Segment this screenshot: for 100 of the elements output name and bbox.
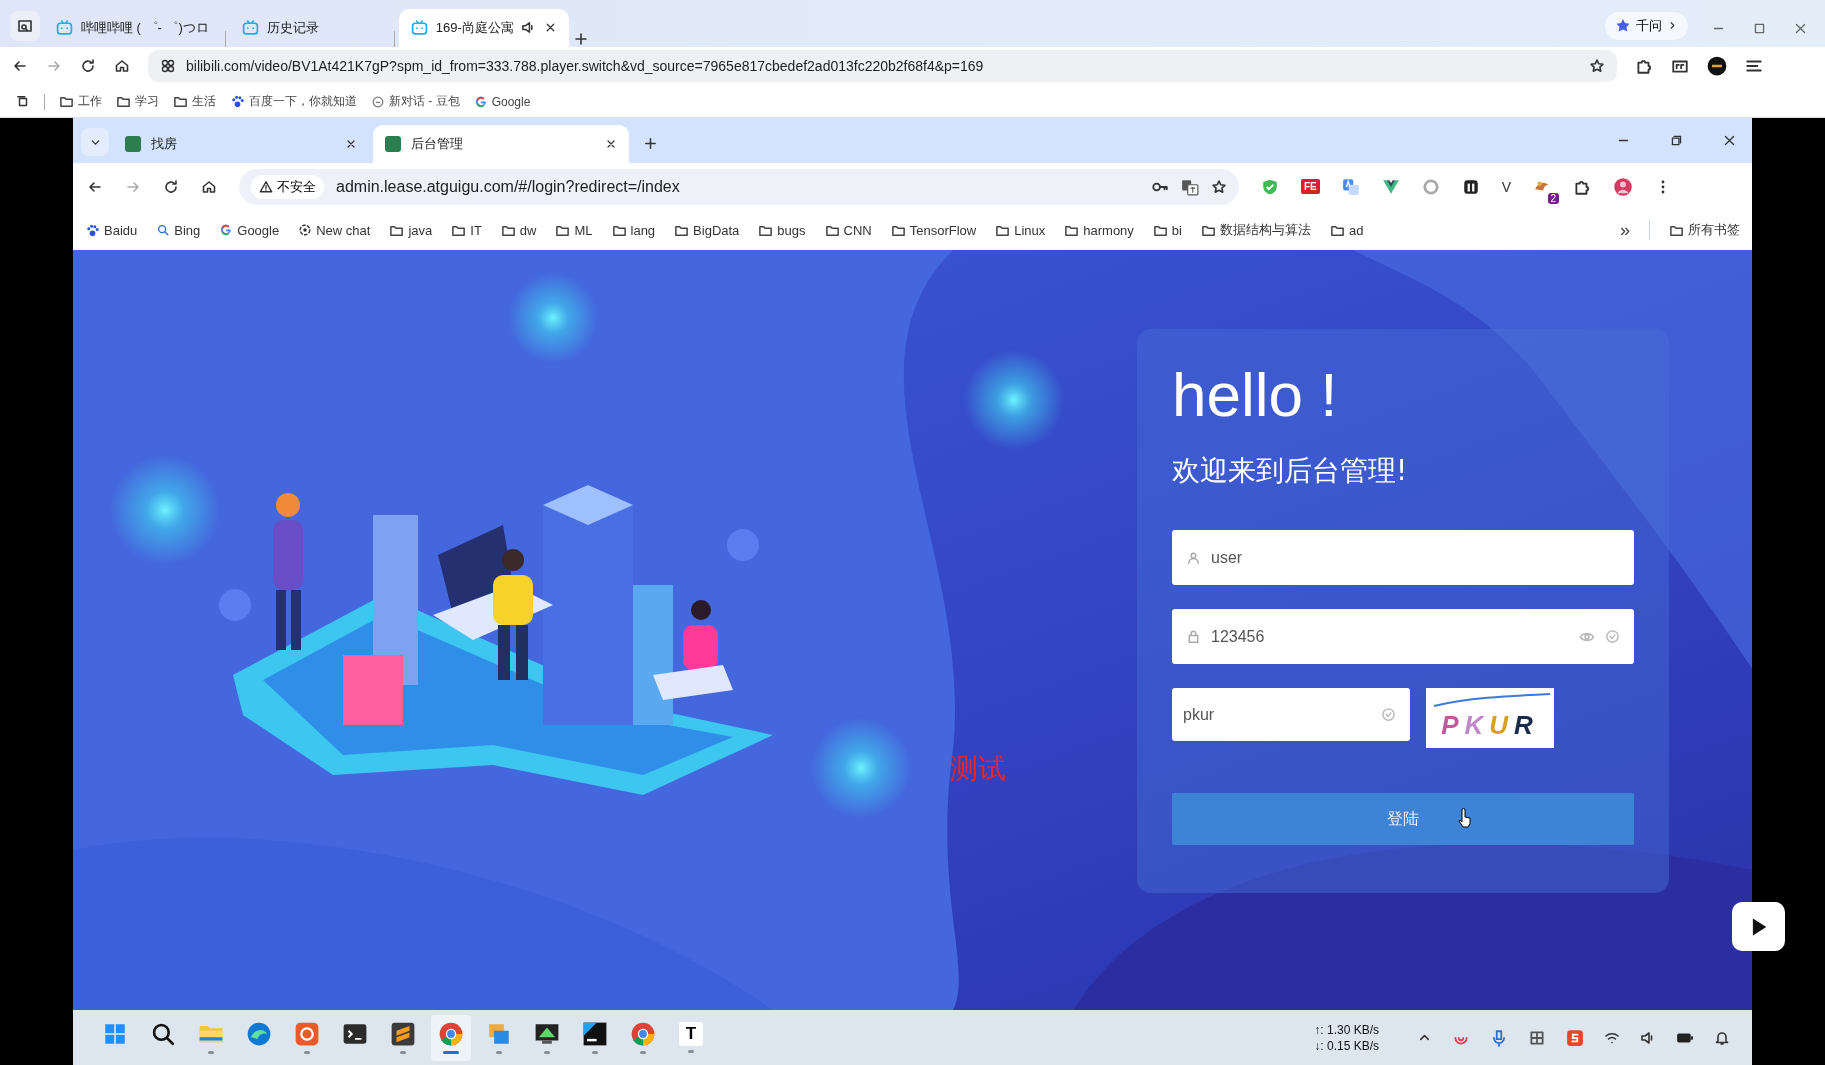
warning-icon [259, 179, 273, 194]
bookmark[interactable]: ad [1329, 222, 1364, 238]
home-icon[interactable] [201, 178, 217, 195]
download-speed: ↓: 0.15 KB/s [1314, 1037, 1379, 1054]
bookmark[interactable]: Baidu [85, 222, 138, 238]
bookmark[interactable]: 新对话 - 豆包 [371, 93, 460, 111]
bookmark[interactable]: bi [1152, 222, 1182, 238]
bookmark[interactable]: 百度一下，你就知道 [230, 93, 357, 111]
dark-square-icon[interactable] [1461, 177, 1480, 196]
bell-icon[interactable] [1714, 1029, 1730, 1046]
home-icon[interactable] [114, 58, 130, 75]
captcha-image[interactable]: PKUR [1426, 688, 1554, 748]
bookmark[interactable]: TensorFlow [890, 222, 977, 238]
close-icon[interactable] [345, 138, 357, 150]
bookmark[interactable]: ML [555, 222, 593, 238]
bookmark[interactable]: IT [451, 222, 482, 238]
search-icon [156, 223, 171, 237]
restore-icon[interactable] [1670, 134, 1683, 147]
bookmark[interactable]: harmony [1064, 222, 1134, 238]
translate-icon[interactable] [1341, 177, 1360, 196]
bookmark[interactable]: 学习 [116, 93, 159, 111]
bookmark[interactable]: 所有书签 [1669, 221, 1740, 239]
hand-cursor-icon [1457, 808, 1473, 828]
star-icon[interactable] [1589, 58, 1605, 75]
new-tab-icon[interactable] [643, 136, 658, 151]
s-logo-icon[interactable] [390, 1021, 416, 1047]
avatar-icon[interactable] [1707, 56, 1727, 77]
paw-icon [230, 94, 245, 110]
puzzle-icon[interactable] [1635, 57, 1653, 76]
bookmark[interactable]: Linux [995, 222, 1046, 238]
screen-icon[interactable] [534, 1021, 560, 1047]
password-field[interactable]: 123456 [1172, 609, 1634, 664]
bookmark[interactable]: lang [611, 222, 656, 238]
s-logo-icon[interactable] [1566, 1028, 1584, 1047]
bookmark[interactable]: 生活 [173, 93, 216, 111]
app-icon[interactable]: T [679, 1022, 703, 1046]
grid-icon[interactable] [1528, 1028, 1546, 1047]
address-bar[interactable]: 不安全 admin.lease.atguigu.com/#/login?redirect=/index [239, 168, 1239, 205]
browser-tab[interactable]: 找房 [113, 125, 369, 163]
login-subtitle: 欢迎来到后台管理! [1172, 453, 1409, 489]
bookmark[interactable]: Bing [156, 222, 201, 238]
bookmark[interactable]: bugs [758, 222, 806, 238]
browser-tab[interactable]: 后台管理 [373, 125, 629, 163]
speaker-icon[interactable] [520, 20, 536, 36]
username-field[interactable]: user [1172, 530, 1634, 585]
start-icon[interactable] [102, 1021, 128, 1047]
sparkle-icon [1615, 17, 1631, 34]
round-browser-icon[interactable] [438, 1021, 464, 1047]
new-tab-icon[interactable] [572, 30, 589, 47]
tabs-icon[interactable] [16, 94, 30, 109]
overlapping-windows-icon[interactable] [486, 1021, 512, 1047]
microphone-icon[interactable] [1490, 1028, 1508, 1047]
more-bookmarks-button[interactable]: » [1620, 219, 1630, 241]
lock-icon [1186, 629, 1201, 644]
reload-icon[interactable] [163, 178, 179, 195]
bookmark[interactable]: CNN [824, 222, 872, 238]
wave-logo-icon[interactable] [246, 1021, 272, 1047]
browser-tab[interactable]: 169-尚庭公寓 [398, 8, 569, 47]
browser-tab[interactable]: 历史记录 [229, 8, 390, 47]
folder-icon [173, 94, 188, 110]
extension-icon[interactable]: FE [1301, 179, 1320, 194]
bookmark[interactable]: java [389, 222, 433, 238]
terminal-icon[interactable] [342, 1021, 368, 1047]
v-logo-icon[interactable] [1381, 177, 1400, 196]
g-logo-icon [473, 94, 488, 109]
translate-icon[interactable] [1181, 177, 1199, 196]
site-info-icon[interactable] [160, 58, 176, 75]
tv-icon [241, 19, 259, 37]
close-icon[interactable] [605, 138, 617, 150]
search-icon[interactable] [150, 1021, 176, 1047]
login-title: hello ! [1172, 359, 1339, 430]
tab-search-icon [17, 17, 33, 34]
security-chip[interactable]: 不安全 [251, 174, 324, 199]
play-button[interactable] [1732, 902, 1785, 951]
favicon-icon [385, 136, 401, 152]
ring-logo-icon[interactable] [294, 1021, 320, 1047]
address-bar[interactable]: bilibili.com/video/BV1At421K7gP?spm_id_from=333.788.player.switch&vd_source=7965e817cbedef2ad013fc220b2f68f4&p=169 [148, 50, 1617, 83]
browser-tab[interactable]: 哔哩哔哩 ( ゜- ゜)つロ [44, 8, 221, 47]
count-badge: 2 [1547, 192, 1560, 204]
bookmark[interactable]: 工作 [59, 93, 102, 111]
bookmark[interactable]: dw [500, 222, 537, 238]
folder-icon [59, 94, 74, 110]
bookmark[interactable]: BigData [674, 222, 740, 238]
bookmark[interactable]: New chat [298, 222, 371, 238]
ide-icon[interactable] [582, 1021, 608, 1047]
round-browser-icon[interactable] [630, 1021, 656, 1047]
bookmark[interactable]: Google [219, 222, 280, 238]
assistant-button[interactable]: 千问 [1605, 11, 1688, 40]
close-icon[interactable] [1723, 134, 1736, 147]
captcha-field[interactable]: pkur [1172, 688, 1410, 741]
upload-speed: ↑: 1.30 KB/s [1314, 1021, 1379, 1038]
paw-icon [85, 222, 100, 238]
bookmark[interactable]: Google [473, 94, 531, 109]
taskbar-app[interactable]: T [671, 1014, 711, 1061]
star-icon[interactable] [1211, 178, 1227, 195]
maximize-icon[interactable] [1753, 21, 1766, 35]
tab-search-button[interactable] [10, 10, 40, 41]
bookmark[interactable]: 数据结构与算法 [1200, 221, 1311, 239]
reload-icon[interactable] [80, 58, 96, 75]
extension-icon[interactable]: V [1501, 178, 1512, 195]
